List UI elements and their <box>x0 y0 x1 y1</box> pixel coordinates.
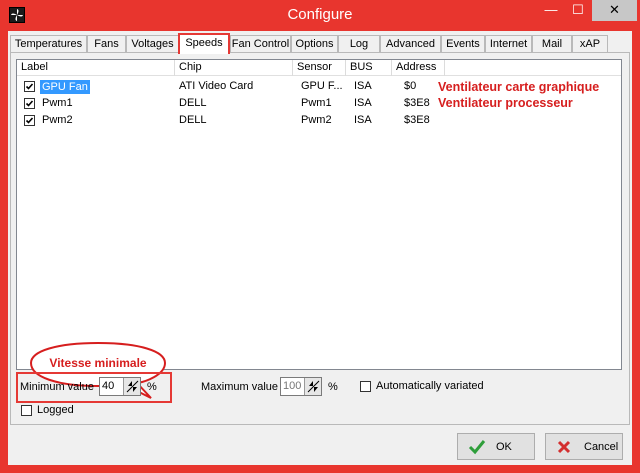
cancel-label: Cancel <box>584 441 619 453</box>
tab-xap[interactable]: xAP <box>572 35 608 53</box>
dialog-client-area: Temperatures Fans Voltages Speeds Fan Co… <box>8 31 632 465</box>
row-sensor: Pwm1 <box>301 97 332 109</box>
tab-advanced[interactable]: Advanced <box>380 35 441 53</box>
tab-voltages[interactable]: Voltages <box>126 35 179 53</box>
row-address: $3E8 <box>404 114 430 126</box>
column-header-chip[interactable]: Chip <box>175 60 293 76</box>
column-header-sensor[interactable]: Sensor <box>293 60 346 76</box>
row-bus: ISA <box>354 97 372 109</box>
annotation-cpu-fan: Ventilateur processeur <box>438 96 573 110</box>
logged-label: Logged <box>37 404 74 416</box>
row-chip: DELL <box>179 114 207 126</box>
row-sensor: Pwm2 <box>301 114 332 126</box>
auto-variated-checkbox[interactable] <box>360 381 371 392</box>
sensor-list[interactable]: Label Chip Sensor BUS Address GPU Fan AT… <box>16 59 622 370</box>
ok-button[interactable]: OK <box>457 433 535 460</box>
maximum-value-label: Maximum value <box>201 381 279 393</box>
checkmark-icon <box>468 440 486 455</box>
button-bar: OK Cancel <box>8 427 632 465</box>
table-row[interactable]: Pwm2 DELL Pwm2 ISA $3E8 <box>17 112 621 129</box>
close-button[interactable]: ✕ <box>592 0 637 21</box>
minimum-value-label: Minimum value <box>20 381 94 393</box>
row-address: $3E8 <box>404 97 430 109</box>
title-bar[interactable]: Configure — ☐ ✕ <box>0 0 640 31</box>
tab-fans[interactable]: Fans <box>87 35 126 53</box>
maximum-value-spinner[interactable]: 100 <box>280 377 322 396</box>
spin-arrows-icon[interactable] <box>304 378 321 395</box>
row-bus: ISA <box>354 114 372 126</box>
tab-speeds[interactable]: Speeds <box>178 33 230 54</box>
spin-arrows-icon[interactable] <box>123 378 140 395</box>
row-label[interactable]: Pwm1 <box>42 95 73 112</box>
maximize-button[interactable]: ☐ <box>565 0 591 21</box>
cancel-button[interactable]: Cancel <box>545 433 623 460</box>
row-chip: DELL <box>179 97 207 109</box>
row-checkbox[interactable] <box>24 115 35 126</box>
minimize-button[interactable]: — <box>538 0 564 21</box>
row-bus: ISA <box>354 80 372 92</box>
column-header-label[interactable]: Label <box>17 60 175 76</box>
row-address: $0 <box>404 80 417 92</box>
tab-events[interactable]: Events <box>441 35 485 53</box>
tab-temperatures[interactable]: Temperatures <box>10 35 87 53</box>
ok-label: OK <box>496 441 512 453</box>
minimum-unit: % <box>147 381 157 393</box>
row-sensor: GPU F... <box>301 80 343 92</box>
maximum-value-text[interactable]: 100 <box>283 380 301 392</box>
auto-variated-label: Automatically variated <box>376 380 484 392</box>
minimum-value-spinner[interactable]: 40 <box>99 377 141 396</box>
tab-internet[interactable]: Internet <box>485 35 532 53</box>
tab-options[interactable]: Options <box>291 35 338 53</box>
logged-checkbox[interactable] <box>21 405 32 416</box>
maximum-unit: % <box>328 381 338 393</box>
annotation-gpu-fan: Ventilateur carte graphique <box>438 80 600 94</box>
configure-window: Configure — ☐ ✕ Temperatures Fans Voltag… <box>0 0 640 473</box>
bubble-text: Vitesse minimale <box>49 356 147 370</box>
row-label[interactable]: Pwm2 <box>42 112 73 129</box>
minimum-value-text[interactable]: 40 <box>102 380 114 392</box>
tab-fan-control[interactable]: Fan Control <box>230 35 291 53</box>
tab-log[interactable]: Log <box>338 35 380 53</box>
x-icon <box>557 440 571 454</box>
column-header-bus[interactable]: BUS <box>346 60 392 76</box>
row-checkbox[interactable] <box>24 98 35 109</box>
column-header-address[interactable]: Address <box>392 60 445 76</box>
list-header: Label Chip Sensor BUS Address <box>17 60 621 76</box>
tab-mail[interactable]: Mail <box>532 35 572 53</box>
row-checkbox[interactable] <box>24 81 35 92</box>
row-chip: ATI Video Card <box>179 80 254 92</box>
row-label[interactable]: GPU Fan <box>40 80 90 94</box>
